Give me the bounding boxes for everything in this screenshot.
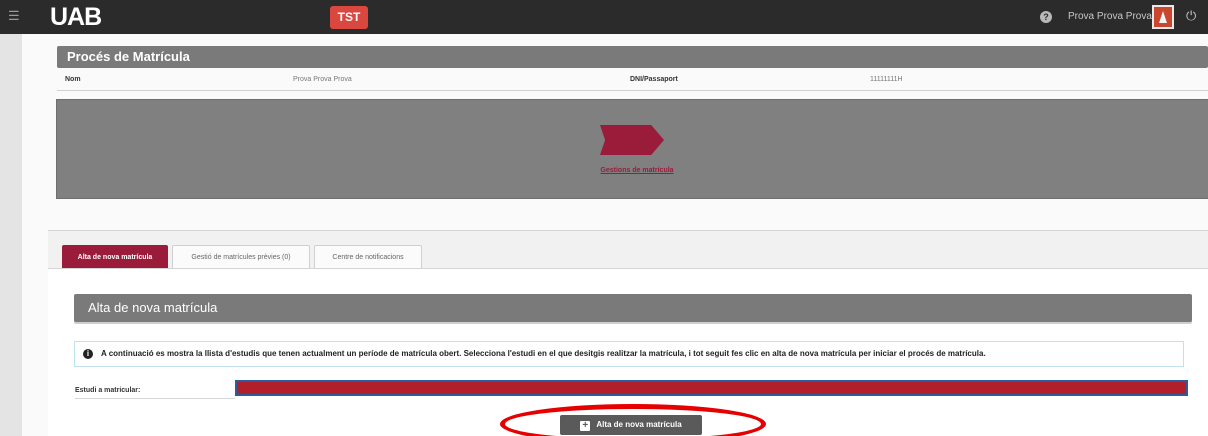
- info-icon: i: [83, 349, 93, 359]
- divider: [57, 90, 1208, 91]
- uab-logo[interactable]: UAB: [50, 3, 102, 31]
- estudi-select[interactable]: [235, 380, 1188, 396]
- user-menu[interactable]: Prova Prova Prova▼: [1068, 11, 1163, 23]
- tab-alta-nova-matricula[interactable]: Alta de nova matrícula: [62, 245, 168, 269]
- sidebar-strip: [0, 34, 22, 436]
- highlight-ring: [500, 404, 766, 436]
- tab-centre-notificacions[interactable]: Centre de notificacions: [314, 245, 422, 269]
- help-icon[interactable]: ?: [1040, 11, 1052, 23]
- steps-panel: Gestions de matrícula: [56, 99, 1208, 199]
- alta-header: Alta de nova matrícula: [74, 294, 1192, 322]
- environment-badge: TST: [330, 6, 368, 29]
- info-notice: i A continuació es mostra la llista d'es…: [74, 341, 1184, 367]
- notice-text: A continuació es mostra la llista d'estu…: [101, 349, 986, 358]
- user-name: Prova Prova Prova: [1068, 11, 1152, 22]
- dni-value: 11111111H: [870, 76, 903, 83]
- field-underline: [75, 398, 235, 399]
- top-bar: ☰ UAB TST ? Prova Prova Prova▼ ⏻: [0, 0, 1208, 34]
- estudi-label: Estudi a matricular:: [75, 387, 141, 394]
- student-info-row: Nom Prova Prova Prova DNI/Passaport 1111…: [57, 70, 1208, 90]
- step-link-gestions[interactable]: Gestions de matrícula: [597, 167, 677, 175]
- nom-label: Nom: [65, 76, 81, 83]
- dni-label: DNI/Passaport: [630, 76, 678, 83]
- nom-value: Prova Prova Prova: [293, 76, 352, 83]
- step-chevron-icon[interactable]: [600, 125, 664, 155]
- power-icon[interactable]: ⏻: [1186, 8, 1196, 24]
- main-content: Procés de Matrícula Nom Prova Prova Prov…: [22, 34, 1208, 436]
- tab-gestio-matricules-previes[interactable]: Gestió de matrícules prèvies (0): [172, 245, 310, 269]
- avatar[interactable]: [1152, 5, 1174, 29]
- menu-icon[interactable]: ☰: [8, 9, 22, 23]
- proces-header: Procés de Matrícula: [57, 46, 1208, 68]
